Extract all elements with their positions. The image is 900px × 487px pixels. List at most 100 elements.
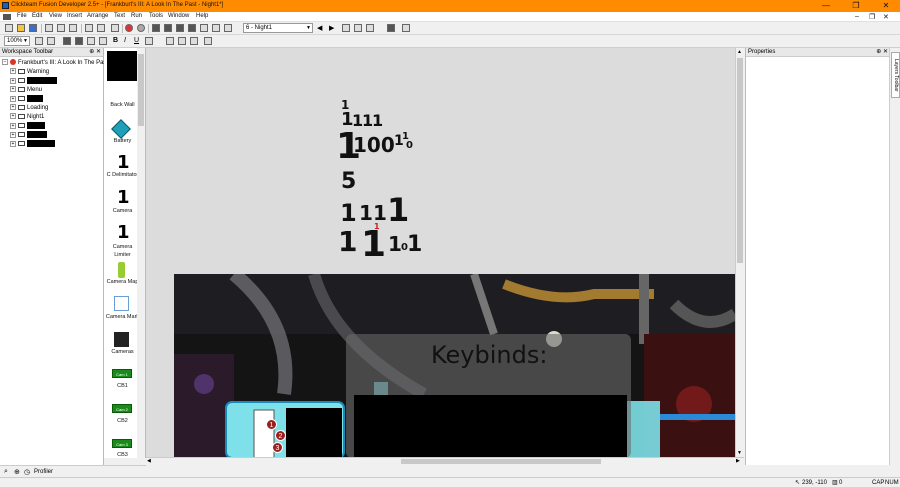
scroll-up-icon[interactable]: ▲ [737,49,742,55]
layer-down-icon[interactable] [75,37,83,45]
pin-icon[interactable]: ⊕ ✕ [876,48,888,57]
tree-item-menu[interactable]: + Menu [10,86,42,94]
align-left-icon[interactable] [166,37,174,45]
paste-icon[interactable] [69,24,77,32]
object-label[interactable]: Camera Limiter [104,243,141,259]
expression-icon[interactable] [224,24,232,32]
save-icon[interactable] [29,24,37,32]
underline-icon[interactable]: U [134,37,139,44]
snap-icon[interactable] [354,24,362,32]
text-color-icon[interactable] [145,37,153,45]
menu-view[interactable]: View [49,13,62,19]
front-icon[interactable] [87,37,95,45]
menu-file[interactable]: File [17,13,27,19]
tree-item-loading[interactable]: + Loading [10,104,48,112]
counter-object[interactable]: 1 [387,194,409,226]
next-frame-icon[interactable]: ▶ [329,24,334,32]
frame-editor-canvas[interactable]: 1 1 1 1 1 1 100 1 1 0 5 1 1 1 1 1 1 1 1 … [146,48,744,458]
layer-icon[interactable] [63,37,71,45]
new-icon[interactable] [5,24,13,32]
storyboard-icon[interactable] [152,24,160,32]
copy-icon[interactable] [57,24,65,32]
layers-toolbar-tab[interactable]: Layers Toolbar [889,48,900,465]
tree-item-redacted[interactable]: + [10,122,45,130]
white-square-icon[interactable] [114,296,129,311]
tree-item-redacted[interactable]: + [10,95,43,103]
counter-object[interactable]: 1 [340,201,357,225]
undo-icon[interactable] [85,24,93,32]
scroll-thumb[interactable] [401,459,601,464]
event-editor-icon[interactable] [176,24,184,32]
redo-icon[interactable] [97,24,105,32]
counter-object[interactable]: 100 [353,135,395,155]
counter-object[interactable]: 1 [374,223,380,231]
bottle-icon[interactable] [118,262,125,278]
counter-object[interactable]: 0 [406,141,413,151]
crop-icon[interactable] [204,37,212,45]
object-label[interactable]: Cameras [104,349,141,355]
counter-object[interactable]: 1 [407,234,422,256]
expand-icon[interactable]: + [10,104,16,111]
zoom-select[interactable]: 100% ▼ [4,36,30,46]
cut-icon[interactable] [45,24,53,32]
object-label[interactable]: Back Wall [104,102,141,108]
tree-item-warning[interactable]: + Warning [10,68,49,76]
scroll-thumb[interactable] [737,58,743,263]
expand-icon[interactable]: + [10,113,16,120]
grid-icon[interactable] [342,24,350,32]
align-right-icon[interactable] [190,37,198,45]
mdi-close-icon[interactable]: ✕ [883,13,889,21]
map-marker[interactable]: 1 [266,419,277,430]
scroll-thumb[interactable] [138,54,144,126]
tree-item-redacted[interactable]: + [10,77,57,85]
open-icon[interactable] [17,24,25,32]
collapse-icon[interactable]: − [2,59,8,66]
tree-item-app[interactable]: − Frankburt's III: A Look In The Past [2,59,108,67]
maximize-button[interactable]: ❐ [846,0,866,12]
object-label[interactable]: C Delimitator [104,172,141,178]
mdi-restore-icon[interactable]: ❐ [869,13,875,21]
italic-icon[interactable]: I [124,37,126,44]
one-counter-icon[interactable]: 1 [117,222,130,243]
menu-tools[interactable]: Tools [149,13,163,19]
menu-insert[interactable]: Insert [67,13,82,19]
expand-icon[interactable]: + [10,122,16,129]
tree-item-redacted[interactable]: + [10,131,47,139]
counter-object[interactable]: 1 [372,113,383,129]
align-icon[interactable] [35,37,43,45]
frame-editor-icon[interactable] [164,24,172,32]
expand-icon[interactable]: + [10,131,16,138]
object-label[interactable]: Camera Map [104,279,141,285]
counter-object[interactable]: 1 [338,228,357,256]
scroll-right-icon[interactable]: ▶ [736,458,740,464]
run-icon[interactable] [137,24,145,32]
layout-icon[interactable] [366,24,374,32]
cursor-icon[interactable] [111,24,119,32]
counter-object[interactable]: 1 [359,203,373,223]
menu-help[interactable]: Help [196,13,208,19]
search-icon[interactable]: ⌕ [4,468,8,476]
menu-arrange[interactable]: Arrange [87,13,108,19]
menu-edit[interactable]: Edit [32,13,42,19]
counter-object[interactable]: 1 [388,234,402,254]
one-counter-icon[interactable]: 1 [117,152,130,173]
object-label[interactable]: CB3 [104,452,141,458]
expand-icon[interactable]: + [10,77,16,84]
zoom-region-icon[interactable] [402,24,410,32]
tree-item-night1[interactable]: + Night1 [10,113,44,121]
map-marker[interactable]: 2 [275,430,286,441]
object-label[interactable]: Camera Mark [104,314,141,320]
object-label[interactable]: CB2 [104,418,141,424]
data-elements-icon[interactable] [200,24,208,32]
dark-square-icon[interactable] [114,332,129,347]
menu-window[interactable]: Window [168,13,189,19]
vertical-scrollbar[interactable]: ▲ ▼ [735,48,744,458]
show-grid-icon[interactable] [47,37,55,45]
expand-icon[interactable]: + [10,68,16,75]
edit-icon[interactable] [212,24,220,32]
expand-icon[interactable]: + [10,86,16,93]
counter-object[interactable]: 5 [341,171,356,193]
scroll-left-icon[interactable]: ◀ [147,458,151,464]
object-label[interactable]: Battery [104,138,141,144]
previous-frame-icon[interactable]: ◀ [317,24,322,32]
